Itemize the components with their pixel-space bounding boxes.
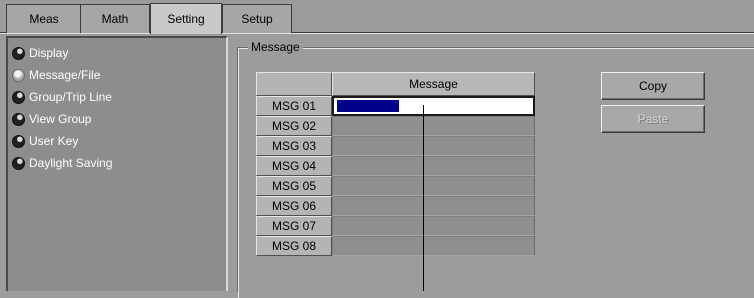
sidebar-item-label: Group/Trip Line [29,90,112,104]
text-cursor-line [423,105,424,291]
text-selection-highlight [337,100,399,112]
message-cell-msg-08[interactable] [332,236,535,256]
sidebar-item-daylight-saving[interactable]: Daylight Saving [12,154,112,172]
row-header-msg-05: MSG 05 [256,176,332,196]
group-box-title: Message [248,40,303,55]
message-cell-msg-06[interactable] [332,196,535,216]
radio-bullet-icon [12,90,25,104]
sidebar-item-label: View Group [29,112,92,126]
sidebar-item-group-trip-line[interactable]: Group/Trip Line [12,88,112,106]
copy-button[interactable]: Copy [601,72,705,100]
sidebar-item-label: Display [29,46,69,60]
tab-bar: Meas Math Setting Setup [0,0,754,34]
message-cell-msg-01[interactable] [332,96,535,116]
sidebar-item-view-group[interactable]: View Group [12,110,91,128]
message-cell-msg-05[interactable] [332,176,535,196]
sidebar-item-label: Daylight Saving [29,156,113,170]
sidebar-item-user-key[interactable]: User Key [12,132,78,150]
row-header-msg-03: MSG 03 [256,136,332,156]
row-header-msg-02: MSG 02 [256,116,332,136]
radio-bullet-selected-icon [12,68,25,82]
radio-bullet-icon [12,112,25,126]
paste-button[interactable]: Paste [601,105,705,133]
radio-bullet-icon [12,134,25,148]
row-header-msg-04: MSG 04 [256,156,332,176]
row-header-msg-08: MSG 08 [256,236,332,256]
radio-bullet-icon [12,156,25,170]
message-cell-msg-04[interactable] [332,156,535,176]
row-header-msg-01: MSG 01 [256,96,332,116]
tab-meas[interactable]: Meas [6,4,82,33]
message-cell-msg-02[interactable] [332,116,535,136]
message-cell-msg-07[interactable] [332,216,535,236]
grid-corner-cell [256,72,332,96]
tab-setting[interactable]: Setting [150,3,222,34]
column-header-message: Message [332,72,535,96]
tab-setup[interactable]: Setup [222,4,292,33]
sidebar-item-message-file[interactable]: Message/File [12,66,100,84]
row-header-msg-07: MSG 07 [256,216,332,236]
radio-bullet-icon [12,46,25,60]
row-header-msg-06: MSG 06 [256,196,332,216]
sidebar-item-label: Message/File [29,68,101,82]
sidebar-item-display[interactable]: Display [12,44,68,62]
tab-math[interactable]: Math [80,4,150,33]
settings-category-panel: Display Message/File Group/Trip Line Vie… [6,36,228,291]
sidebar-item-label: User Key [29,134,79,148]
tab-bar-highlight [0,33,754,34]
message-cell-msg-03[interactable] [332,136,535,156]
